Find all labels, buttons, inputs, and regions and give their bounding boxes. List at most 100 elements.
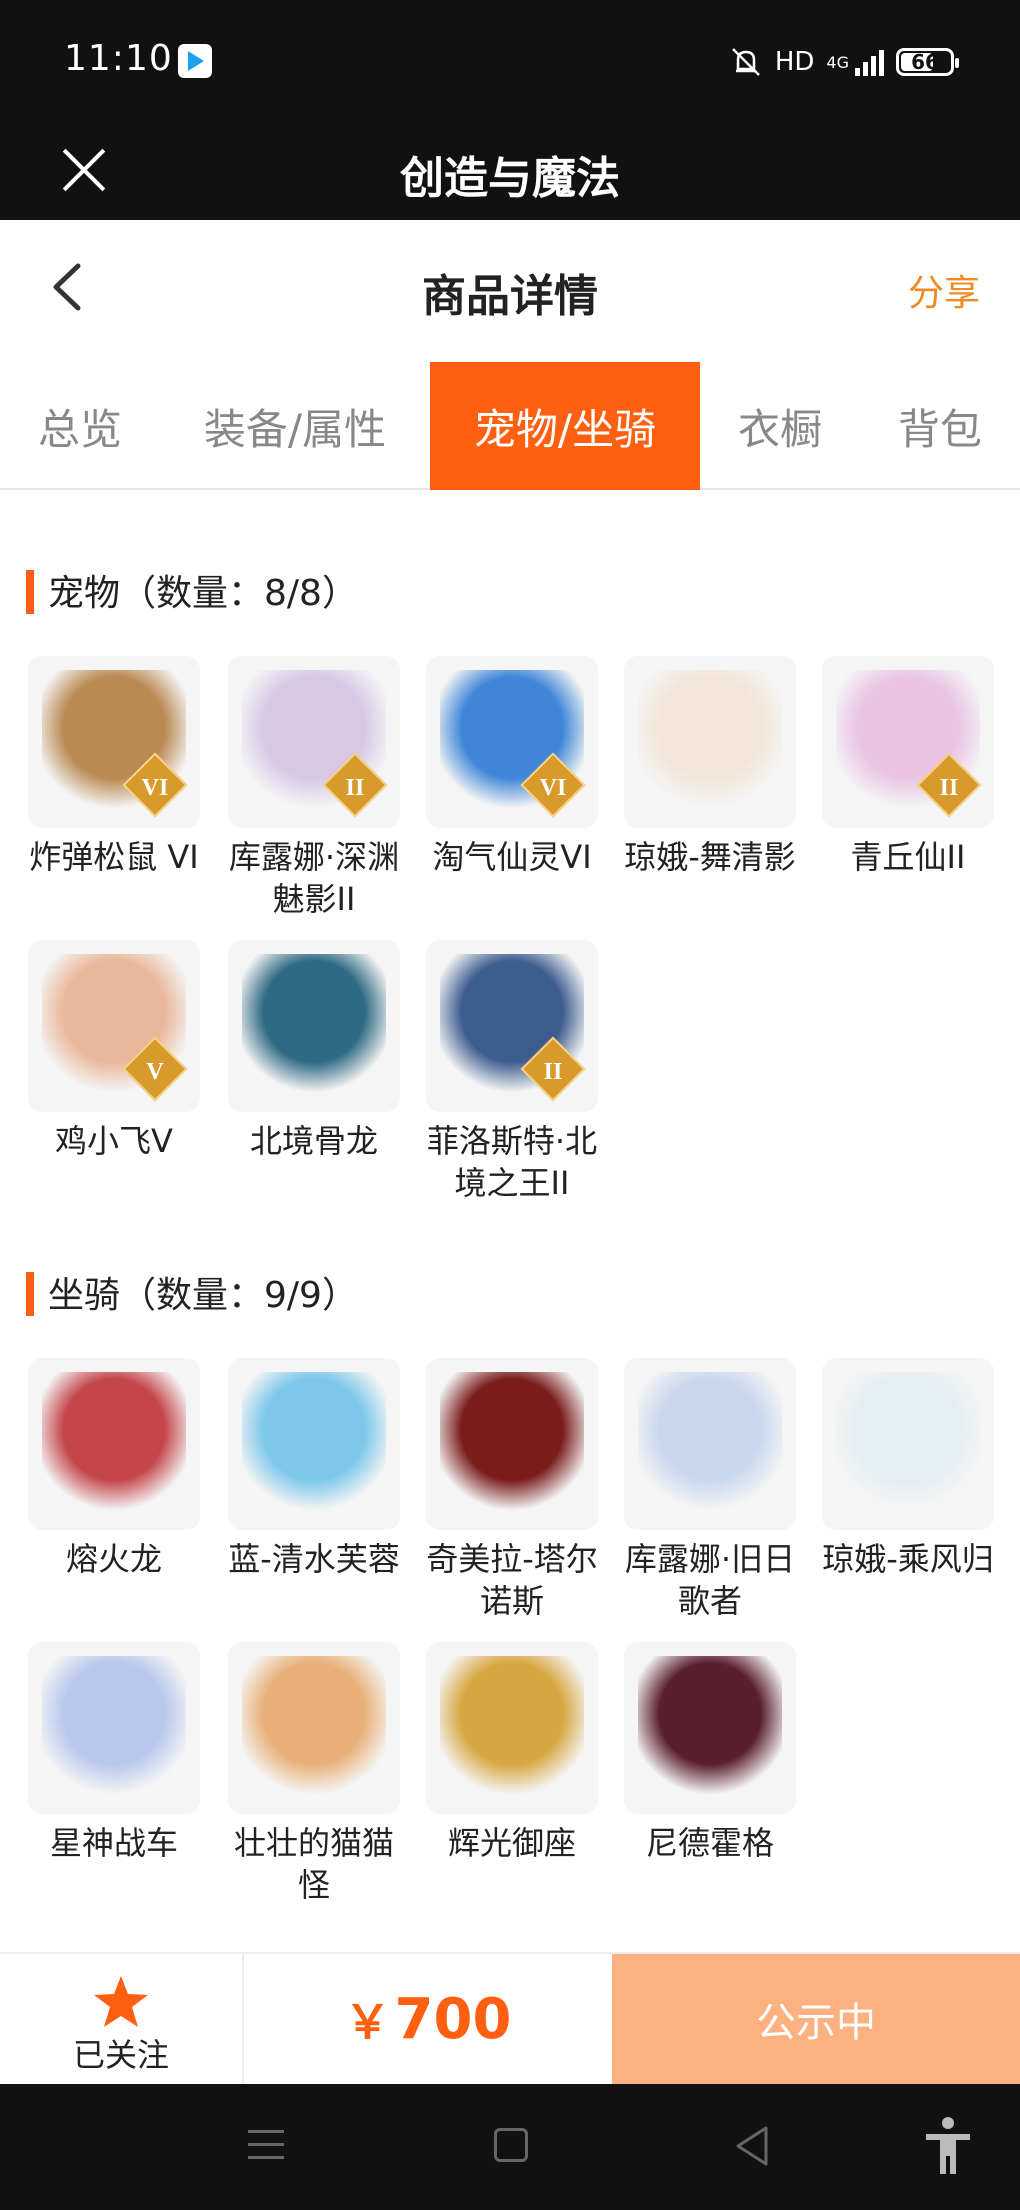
page-title: 商品详情 <box>422 271 598 322</box>
mount-thumbnail <box>822 1358 994 1530</box>
mute-icon <box>729 47 763 77</box>
pet-image <box>638 670 782 814</box>
mount-image <box>42 1656 186 1800</box>
mount-name: 蓝-清水芙蓉 <box>228 1540 400 1578</box>
mount-name: 尼德霍格 <box>645 1824 774 1862</box>
mount-name: 库露娜·旧日歌者 <box>624 1540 796 1620</box>
mount-thumbnail <box>28 1358 200 1530</box>
tier-badge-label: VI <box>141 774 169 801</box>
mounts-section: 坐骑（数量：9/9） 熔火龙 蓝-清水芙蓉 奇美拉-塔尔诺斯 库露娜·旧日歌者 琼娥-乘… <box>0 1262 1020 1904</box>
pet-name: 炸弹松鼠 VI <box>29 838 199 876</box>
mount-item[interactable]: 琼娥-乘风归 <box>818 1358 998 1580</box>
app-bar: 创造与魔法 <box>0 120 1020 220</box>
pet-image <box>242 954 386 1098</box>
pet-name: 鸡小飞V <box>55 1122 173 1160</box>
pet-thumbnail: II <box>426 940 598 1112</box>
mount-item[interactable]: 熔火龙 <box>24 1358 204 1580</box>
mount-item[interactable]: 壮壮的猫猫怪 <box>224 1642 404 1906</box>
mounts-section-title: 坐骑（数量：9/9） <box>0 1262 1020 1322</box>
tab-equipment[interactable]: 装备/属性 <box>160 362 430 490</box>
mount-image <box>440 1656 584 1800</box>
tab-bar: 总览 装备/属性 宠物/坐骑 衣橱 背包 <box>0 362 1020 490</box>
tab-overview[interactable]: 总览 <box>0 362 160 490</box>
status-icons: HD 4G 66 <box>729 44 959 80</box>
pet-item[interactable]: 北境骨龙 <box>224 940 404 1162</box>
mount-item[interactable]: 尼德霍格 <box>620 1642 800 1864</box>
mount-image <box>638 1656 782 1800</box>
network-label: HD <box>774 47 815 77</box>
mount-thumbnail <box>228 1642 400 1814</box>
pet-thumbnail: II <box>228 656 400 828</box>
home-icon[interactable] <box>494 2128 528 2162</box>
pet-name: 库露娜·深渊魅影II <box>228 838 400 918</box>
back-triangle-icon[interactable] <box>732 2124 772 2168</box>
app-title: 创造与魔法 <box>400 153 620 204</box>
mount-name: 熔火龙 <box>65 1540 162 1578</box>
pet-item[interactable]: VI 炸弹松鼠 VI <box>24 656 204 878</box>
app-notification-icon <box>178 44 212 78</box>
mount-thumbnail <box>228 1358 400 1530</box>
mount-name: 星神战车 <box>49 1824 178 1862</box>
mount-image <box>242 1372 386 1516</box>
pet-item[interactable]: 琼娥-舞清影 <box>620 656 800 878</box>
pet-item[interactable]: II 青丘仙II <box>818 656 998 878</box>
pet-thumbnail: VI <box>28 656 200 828</box>
pet-item[interactable]: II 菲洛斯特·北境之王II <box>422 940 602 1204</box>
mount-thumbnail <box>624 1642 796 1814</box>
mount-thumbnail <box>426 1642 598 1814</box>
mount-image <box>42 1372 186 1516</box>
share-button[interactable]: 分享 <box>908 264 980 316</box>
mount-name: 奇美拉-塔尔诺斯 <box>426 1540 598 1620</box>
pet-thumbnail: V <box>28 940 200 1112</box>
mount-thumbnail <box>426 1358 598 1530</box>
pets-section-title: 宠物（数量：8/8） <box>0 560 1020 620</box>
system-navigation-bar <box>0 2084 1020 2210</box>
publicity-status-button[interactable]: 公示中 <box>612 1954 1020 2084</box>
pet-item[interactable]: II 库露娜·深渊魅影II <box>224 656 404 920</box>
status-bar: 11:10 HD 4G 66 <box>0 0 1020 120</box>
pet-name: 北境骨龙 <box>249 1122 378 1160</box>
follow-label: 已关注 <box>72 2036 169 2074</box>
mount-item[interactable]: 辉光御座 <box>422 1642 602 1864</box>
mount-item[interactable]: 库露娜·旧日歌者 <box>620 1358 800 1622</box>
pet-name: 琼娥-舞清影 <box>624 838 796 876</box>
menu-icon[interactable] <box>248 2130 284 2160</box>
tier-badge-label: II <box>939 774 959 801</box>
pet-item[interactable]: VI 淘气仙灵VI <box>422 656 602 878</box>
mount-image <box>242 1656 386 1800</box>
pet-item[interactable]: V 鸡小飞V <box>24 940 204 1162</box>
pet-name: 青丘仙II <box>850 838 966 876</box>
mount-thumbnail <box>28 1642 200 1814</box>
tier-badge-label: VI <box>539 774 567 801</box>
tab-pets-mounts[interactable]: 宠物/坐骑 <box>430 362 700 490</box>
mount-name: 辉光御座 <box>447 1824 576 1862</box>
battery-icon: 66 <box>896 48 959 76</box>
pet-thumbnail: VI <box>426 656 598 828</box>
pet-thumbnail <box>624 656 796 828</box>
star-icon <box>92 1974 150 2030</box>
mount-image <box>638 1372 782 1516</box>
signal-icon <box>855 48 884 76</box>
price-display: ￥ 700 <box>244 1954 612 2084</box>
status-time: 11:10 <box>64 38 173 79</box>
tab-wardrobe[interactable]: 衣橱 <box>700 362 860 490</box>
pets-section: 宠物（数量：8/8） VI 炸弹松鼠 VI II 库露娜·深渊魅影II VI 淘气仙灵VI… <box>0 560 1020 1202</box>
pet-thumbnail: II <box>822 656 994 828</box>
follow-button[interactable]: 已关注 <box>0 1954 244 2084</box>
currency-symbol: ￥ <box>344 1995 391 2049</box>
accessibility-icon[interactable] <box>920 2114 976 2178</box>
mount-thumbnail <box>624 1358 796 1530</box>
mount-item[interactable]: 星神战车 <box>24 1642 204 1864</box>
pet-name: 菲洛斯特·北境之王II <box>426 1122 598 1202</box>
mount-image <box>440 1372 584 1516</box>
price-value: 700 <box>394 1986 512 2052</box>
tier-badge-label: II <box>345 774 365 801</box>
mount-item[interactable]: 奇美拉-塔尔诺斯 <box>422 1358 602 1622</box>
mount-item[interactable]: 蓝-清水芙蓉 <box>224 1358 404 1580</box>
tab-backpack[interactable]: 背包 <box>860 362 1020 490</box>
mount-image <box>836 1372 980 1516</box>
tier-badge-label: II <box>543 1058 563 1085</box>
network-type: 4G <box>826 52 849 72</box>
mount-name: 壮壮的猫猫怪 <box>233 1824 394 1904</box>
tier-badge-label: V <box>146 1058 164 1085</box>
